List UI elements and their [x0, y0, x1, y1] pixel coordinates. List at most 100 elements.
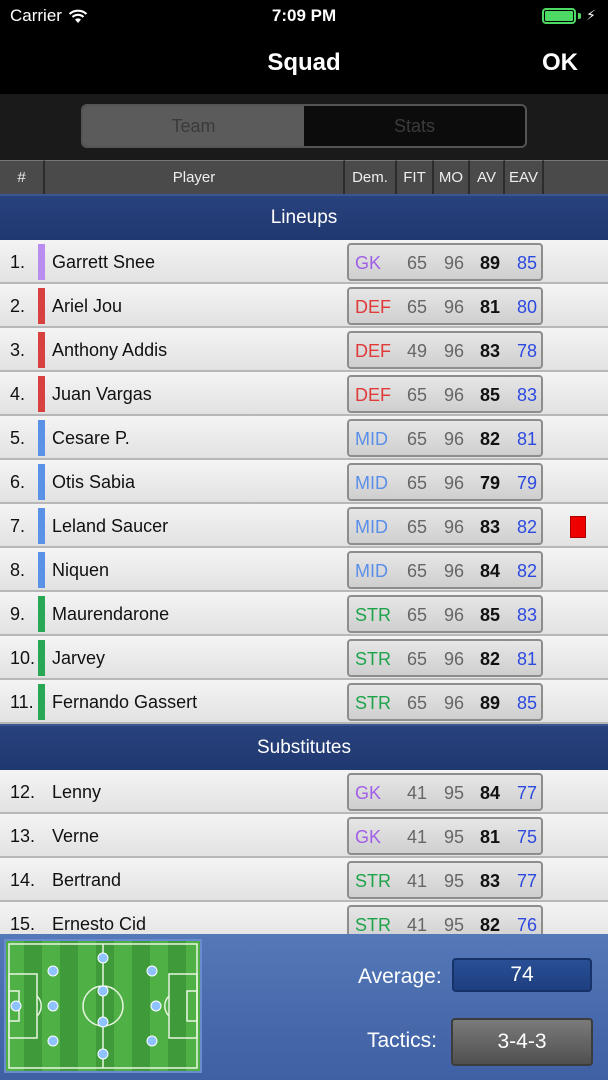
- column-eav[interactable]: EAV: [505, 160, 544, 194]
- player-eav: 79: [517, 473, 538, 493]
- player-stats-box[interactable]: MID 65 96 79 79: [347, 463, 543, 501]
- player-name: Juan Vargas: [52, 384, 152, 404]
- player-eav: 76: [517, 915, 538, 934]
- player-av: 82: [480, 915, 501, 934]
- position-stripe: [38, 332, 45, 368]
- player-stats-box[interactable]: GK 41 95 84 77: [347, 773, 543, 811]
- player-list[interactable]: Lineups 1. Garrett Snee GK 65 96 89 85 2. Ariel J…: [0, 194, 608, 934]
- player-name: Fernando Gassert: [52, 692, 198, 712]
- player-position: DEF: [355, 385, 391, 405]
- player-number: 7.: [10, 516, 26, 536]
- player-position: MID: [355, 429, 388, 449]
- player-stats-box[interactable]: MID 65 96 83 82: [347, 507, 543, 545]
- player-eav: 81: [517, 649, 538, 669]
- player-morale: 96: [444, 297, 465, 317]
- player-row[interactable]: 9. Maurendarone STR 65 96 85 83: [0, 592, 608, 636]
- player-row[interactable]: 7. Leland Saucer MID 65 96 83 82: [0, 504, 608, 548]
- player-av: 82: [480, 649, 501, 669]
- player-row[interactable]: 1. Garrett Snee GK 65 96 89 85: [0, 240, 608, 284]
- player-stats-box[interactable]: DEF 49 96 83 78: [347, 331, 543, 369]
- player-morale: 95: [444, 871, 465, 891]
- player-row[interactable]: 15. Ernesto Cid STR 41 95 82 76: [0, 902, 608, 934]
- player-position: GK: [355, 827, 382, 847]
- player-number: 12.: [10, 782, 36, 802]
- ok-button[interactable]: OK: [542, 49, 578, 77]
- player-stats-box[interactable]: MID 65 96 82 81: [347, 419, 543, 457]
- player-row[interactable]: 4. Juan Vargas DEF 65 96 85 83: [0, 372, 608, 416]
- player-eav: 82: [517, 561, 538, 581]
- player-stats-box[interactable]: DEF 65 96 81 80: [347, 287, 543, 325]
- player-name: Bertrand: [52, 870, 122, 890]
- player-position: MID: [355, 561, 388, 581]
- tab-stats[interactable]: Stats: [304, 106, 525, 146]
- player-fit: 65: [407, 517, 428, 537]
- player-row[interactable]: 5. Cesare P. MID 65 96 82 81: [0, 416, 608, 460]
- player-row[interactable]: 6. Otis Sabia MID 65 96 79 79: [0, 460, 608, 504]
- player-av: 83: [480, 341, 501, 361]
- segment-bar: Team Stats: [0, 94, 608, 160]
- player-stats-box[interactable]: STR 65 96 85 83: [347, 595, 543, 633]
- player-name: Garrett Snee: [52, 252, 156, 272]
- player-row[interactable]: 11. Fernando Gassert STR 65 96 89 85: [0, 680, 608, 724]
- player-stats-box[interactable]: STR 41 95 82 76: [347, 905, 543, 934]
- player-row[interactable]: 10. Jarvey STR 65 96 82 81: [0, 636, 608, 680]
- player-eav: 82: [517, 517, 538, 537]
- player-name: Otis Sabia: [52, 472, 136, 492]
- battery-icon: ⚡: [542, 7, 596, 24]
- player-eav: 83: [517, 605, 538, 625]
- position-stripe: [38, 508, 45, 544]
- player-number: 8.: [10, 560, 26, 580]
- column-dem[interactable]: Dem.: [345, 160, 397, 194]
- player-row[interactable]: 14. Bertrand STR 41 95 83 77: [0, 858, 608, 902]
- player-position: STR: [355, 605, 391, 625]
- position-stripe: [38, 640, 45, 676]
- page-title: Squad: [267, 49, 341, 76]
- player-fit: 65: [407, 385, 428, 405]
- player-av: 85: [480, 385, 501, 405]
- player-number: 15.: [10, 914, 36, 934]
- player-stats-box[interactable]: STR 41 95 83 77: [347, 861, 543, 899]
- player-av: 81: [480, 827, 501, 847]
- player-row[interactable]: 12. Lenny GK 41 95 84 77: [0, 770, 608, 814]
- player-morale: 96: [444, 517, 465, 537]
- player-stats-box[interactable]: MID 65 96 84 82: [347, 551, 543, 589]
- position-stripe: [38, 244, 45, 280]
- player-row[interactable]: 13. Verne GK 41 95 81 75: [0, 814, 608, 858]
- player-stats-box[interactable]: STR 65 96 82 81: [347, 639, 543, 677]
- player-fit: 65: [407, 605, 428, 625]
- player-name: Anthony Addis: [52, 340, 168, 360]
- player-position: STR: [355, 915, 391, 934]
- player-eav: 78: [517, 341, 538, 361]
- player-av: 82: [480, 429, 501, 449]
- player-name: Leland Saucer: [52, 516, 169, 536]
- player-stats-box[interactable]: STR 65 96 89 85: [347, 683, 543, 721]
- player-stats-box[interactable]: GK 41 95 81 75: [347, 817, 543, 855]
- column-fit[interactable]: FIT: [397, 160, 434, 194]
- column-player[interactable]: Player: [45, 160, 345, 194]
- player-row[interactable]: 2. Ariel Jou DEF 65 96 81 80: [0, 284, 608, 328]
- player-stats-box[interactable]: DEF 65 96 85 83: [347, 375, 543, 413]
- tactics-button[interactable]: 3-4-3: [451, 1018, 593, 1066]
- column-extra: [544, 160, 608, 194]
- player-fit: 65: [407, 473, 428, 493]
- nav-bar: Squad OK: [0, 32, 608, 94]
- player-row[interactable]: 8. Niquen MID 65 96 84 82: [0, 548, 608, 592]
- player-stats-box[interactable]: GK 65 96 89 85: [347, 243, 543, 281]
- player-number: 11.: [10, 692, 34, 712]
- average-value: 74: [452, 958, 592, 992]
- player-eav: 77: [517, 783, 538, 803]
- player-av: 85: [480, 605, 501, 625]
- player-eav: 77: [517, 871, 538, 891]
- column-av[interactable]: AV: [470, 160, 505, 194]
- player-row[interactable]: 3. Anthony Addis DEF 49 96 83 78: [0, 328, 608, 372]
- column-num[interactable]: #: [0, 160, 45, 194]
- position-stripe: [38, 552, 45, 588]
- formation-pitch[interactable]: [4, 939, 202, 1073]
- position-stripe: [38, 596, 45, 632]
- player-av: 83: [480, 871, 501, 891]
- player-av: 84: [480, 783, 501, 803]
- player-position: STR: [355, 649, 391, 669]
- tab-team[interactable]: Team: [83, 106, 304, 146]
- player-fit: 41: [407, 871, 428, 891]
- column-mo[interactable]: MO: [434, 160, 470, 194]
